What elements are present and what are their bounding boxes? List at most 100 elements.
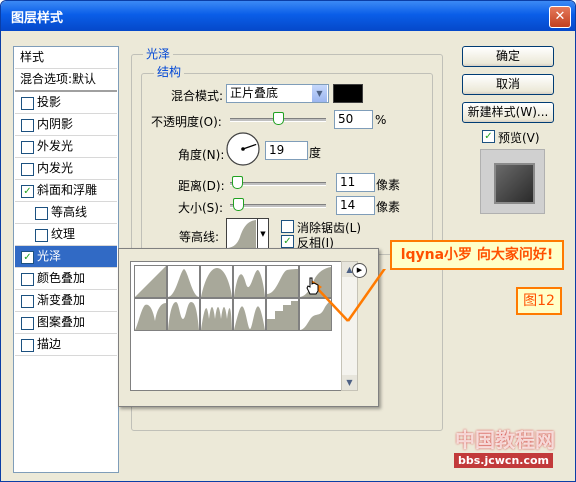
contour-preset[interactable]: [266, 265, 299, 298]
style-item-label: 内发光: [37, 161, 74, 175]
style-item-checkbox[interactable]: [21, 141, 34, 154]
opacity-unit: %: [375, 113, 387, 127]
style-item[interactable]: 等高线: [15, 202, 117, 224]
site-watermark: 中国教程网 bbs.jcwcn.com: [449, 416, 569, 476]
angle-unit: 度: [309, 146, 322, 160]
style-item-checkbox[interactable]: [21, 119, 34, 132]
contour-preset[interactable]: [200, 298, 233, 331]
blend-options-item[interactable]: 混合选项:默认: [15, 69, 117, 92]
contour-preset[interactable]: [233, 298, 266, 331]
author-banner: lqyna小罗 向大家问好!: [390, 240, 564, 270]
ok-button[interactable]: 确定: [462, 46, 554, 67]
chevron-down-icon[interactable]: ▼: [312, 85, 327, 102]
contour-preset-icon: [168, 302, 199, 330]
structure-group-title: 结构: [154, 63, 185, 80]
style-item-checkbox[interactable]: [21, 295, 34, 308]
contour-preset-icon: [168, 269, 199, 297]
angle-input[interactable]: 19: [265, 141, 308, 160]
contour-preset[interactable]: [134, 298, 167, 331]
style-item[interactable]: 外发光: [15, 136, 117, 158]
style-item-label: 纹理: [51, 227, 76, 241]
invert-checkbox[interactable]: ✓: [281, 235, 294, 248]
angle-label: 角度(N):: [178, 148, 225, 162]
opacity-input[interactable]: 50: [334, 110, 373, 129]
style-item-checkbox[interactable]: [21, 273, 34, 286]
style-item-label: 内阴影: [37, 117, 74, 131]
preview-checkbox[interactable]: ✓: [482, 130, 495, 143]
style-item[interactable]: 内发光: [15, 158, 117, 180]
style-item-checkbox[interactable]: ✓: [21, 185, 34, 198]
contour-preset[interactable]: [134, 265, 167, 298]
layer-style-dialog: 图层样式 ✕ 样式 混合选项:默认 投影 内阴影 外发光 内发光 ✓ 斜面和浮雕 等高线 纹理…: [0, 0, 576, 482]
distance-unit: 像素: [376, 178, 401, 192]
contour-preset-icon: [135, 303, 166, 330]
contour-preset[interactable]: [266, 298, 299, 331]
cancel-button[interactable]: 取消: [462, 74, 554, 95]
distance-label: 距离(D):: [178, 179, 225, 193]
style-item-label: 图案叠加: [37, 315, 86, 329]
preview-swatch: [494, 163, 535, 204]
angle-dial[interactable]: [225, 131, 261, 167]
style-item[interactable]: 投影: [15, 92, 117, 114]
style-item[interactable]: 纹理: [15, 224, 117, 246]
style-item-label: 等高线: [51, 205, 88, 219]
contour-dropdown-arrow[interactable]: ▼: [257, 218, 269, 250]
style-item-label: 描边: [37, 337, 62, 351]
style-list: 样式 混合选项:默认 投影 内阴影 外发光 内发光 ✓ 斜面和浮雕 等高线 纹理 ✓ 光泽 颜色叠加…: [13, 46, 119, 473]
contour-preset[interactable]: [200, 265, 233, 298]
size-slider-thumb[interactable]: [233, 198, 244, 211]
style-item-label: 外发光: [37, 139, 74, 153]
style-item-label: 渐变叠加: [37, 293, 86, 307]
figure-label: 图12: [516, 287, 562, 315]
anti-alias-checkbox[interactable]: [281, 220, 294, 233]
style-item[interactable]: 描边: [15, 334, 117, 356]
distance-slider-thumb[interactable]: [232, 176, 243, 189]
style-item-checkbox[interactable]: [35, 207, 48, 220]
opacity-label: 不透明度(O):: [151, 115, 222, 129]
style-item-checkbox[interactable]: [21, 339, 34, 352]
contour-preset[interactable]: [167, 265, 200, 298]
contour-picker[interactable]: [226, 218, 258, 250]
style-item[interactable]: 渐变叠加: [15, 290, 117, 312]
anti-alias-row[interactable]: 消除锯齿(L): [281, 219, 401, 235]
style-item-checkbox[interactable]: [21, 163, 34, 176]
preview-checkbox-row[interactable]: ✓ 预览(V): [482, 129, 562, 145]
contour-preset[interactable]: [167, 298, 200, 331]
contour-preview-icon: [228, 220, 256, 248]
style-item[interactable]: 图案叠加: [15, 312, 117, 334]
blend-mode-select[interactable]: 正片叠底 ▼: [226, 84, 329, 103]
contour-preset-icon: [135, 266, 166, 297]
scroll-down-button[interactable]: ▼: [342, 375, 357, 390]
style-item-label: 颜色叠加: [37, 271, 86, 285]
style-item-checkbox[interactable]: ✓: [21, 251, 34, 264]
contour-preset-icon: [267, 269, 298, 297]
blend-mode-label: 混合模式:: [171, 89, 224, 103]
style-list-header[interactable]: 样式: [15, 47, 117, 69]
opacity-slider-thumb[interactable]: [273, 112, 284, 125]
satin-group-title: 光泽: [143, 45, 174, 62]
style-item-checkbox[interactable]: [35, 229, 48, 242]
invert-row[interactable]: ✓ 反相(I): [281, 234, 381, 250]
size-label: 大小(S):: [178, 201, 224, 215]
blend-mode-value: 正片叠底: [230, 86, 279, 100]
distance-slider-track[interactable]: [230, 182, 326, 186]
style-item[interactable]: 颜色叠加: [15, 268, 117, 290]
style-item-label: 斜面和浮雕: [37, 183, 98, 197]
blend-color-swatch[interactable]: [333, 84, 363, 103]
style-item[interactable]: ✓ 光泽: [15, 246, 117, 268]
style-item-label: 光泽: [37, 249, 62, 263]
style-item[interactable]: 内阴影: [15, 114, 117, 136]
window-title: 图层样式: [11, 11, 64, 26]
style-item-checkbox[interactable]: [21, 97, 34, 110]
style-item[interactable]: ✓ 斜面和浮雕: [15, 180, 117, 202]
style-item-checkbox[interactable]: [21, 317, 34, 330]
new-style-button[interactable]: 新建样式(W)...: [462, 102, 554, 123]
size-input[interactable]: 14: [336, 196, 375, 215]
contour-preset-icon: [201, 268, 232, 297]
distance-input[interactable]: 11: [336, 173, 375, 192]
close-button[interactable]: ✕: [549, 6, 571, 28]
watermark-line1: 中国教程网: [455, 428, 555, 452]
contour-preset[interactable]: [233, 265, 266, 298]
hand-cursor-icon: [306, 277, 319, 295]
size-slider-track[interactable]: [230, 204, 326, 208]
